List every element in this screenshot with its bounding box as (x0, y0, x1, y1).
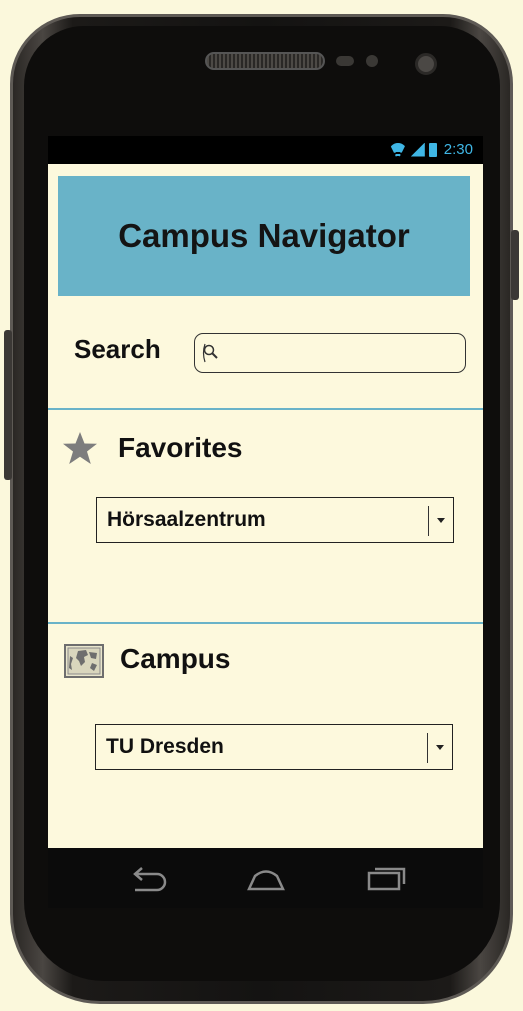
recent-apps-icon[interactable] (360, 862, 410, 894)
wifi-icon (389, 143, 407, 157)
status-icons: 2:30 (389, 141, 473, 158)
favorites-dropdown[interactable]: Hörsaalzentrum (96, 497, 454, 543)
section-divider (48, 622, 483, 624)
light-sensor (366, 55, 378, 67)
chevron-down-icon (437, 518, 445, 523)
dropdown-separator (427, 506, 429, 536)
favorites-heading: Favorites (118, 432, 243, 463)
earpiece-speaker (205, 52, 325, 70)
app-screen: 2:30 Campus Navigator Search Favorites H… (48, 136, 483, 848)
map-icon (64, 644, 104, 678)
system-nav-bar (48, 848, 483, 908)
status-time: 2:30 (443, 141, 473, 158)
back-icon[interactable] (123, 862, 173, 894)
search-icon (202, 343, 218, 363)
proximity-sensor (336, 56, 354, 66)
status-bar: 2:30 (48, 136, 483, 164)
chevron-down-icon (436, 745, 444, 750)
search-input[interactable] (194, 333, 466, 373)
section-divider (48, 408, 483, 410)
campus-dropdown[interactable]: TU Dresden (95, 724, 453, 770)
campus-heading: Campus (120, 643, 231, 674)
volume-button[interactable] (4, 330, 12, 480)
header-banner: Campus Navigator (58, 176, 470, 296)
favorites-selected-value: Hörsaalzentrum (107, 508, 266, 531)
power-button[interactable] (511, 230, 519, 300)
battery-icon (428, 142, 437, 157)
app-title: Campus Navigator (118, 217, 410, 254)
campus-selected-value: TU Dresden (106, 735, 224, 758)
signal-icon (410, 142, 425, 157)
dropdown-separator (426, 733, 428, 763)
home-icon[interactable] (241, 862, 291, 894)
front-camera (415, 53, 437, 75)
search-label: Search (74, 334, 161, 364)
star-icon (63, 432, 97, 464)
